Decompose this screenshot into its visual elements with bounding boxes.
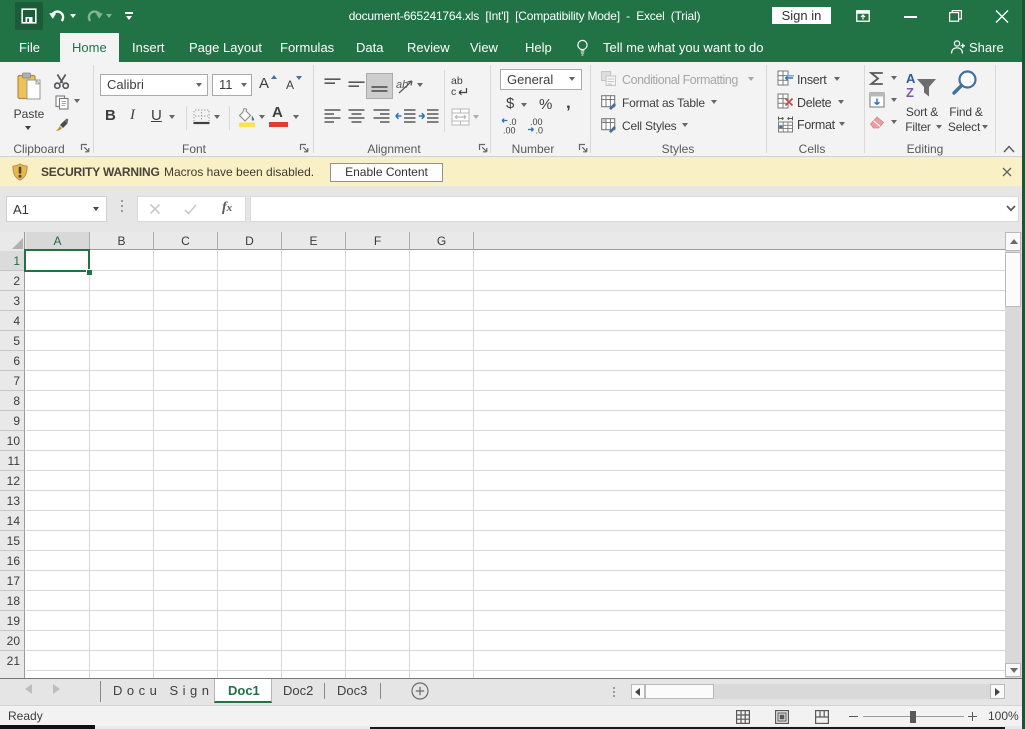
svg-text:c: c xyxy=(451,86,456,97)
svg-text:ab: ab xyxy=(396,79,408,91)
svg-text:.00: .00 xyxy=(503,126,516,135)
svg-text:.0: .0 xyxy=(536,126,544,135)
